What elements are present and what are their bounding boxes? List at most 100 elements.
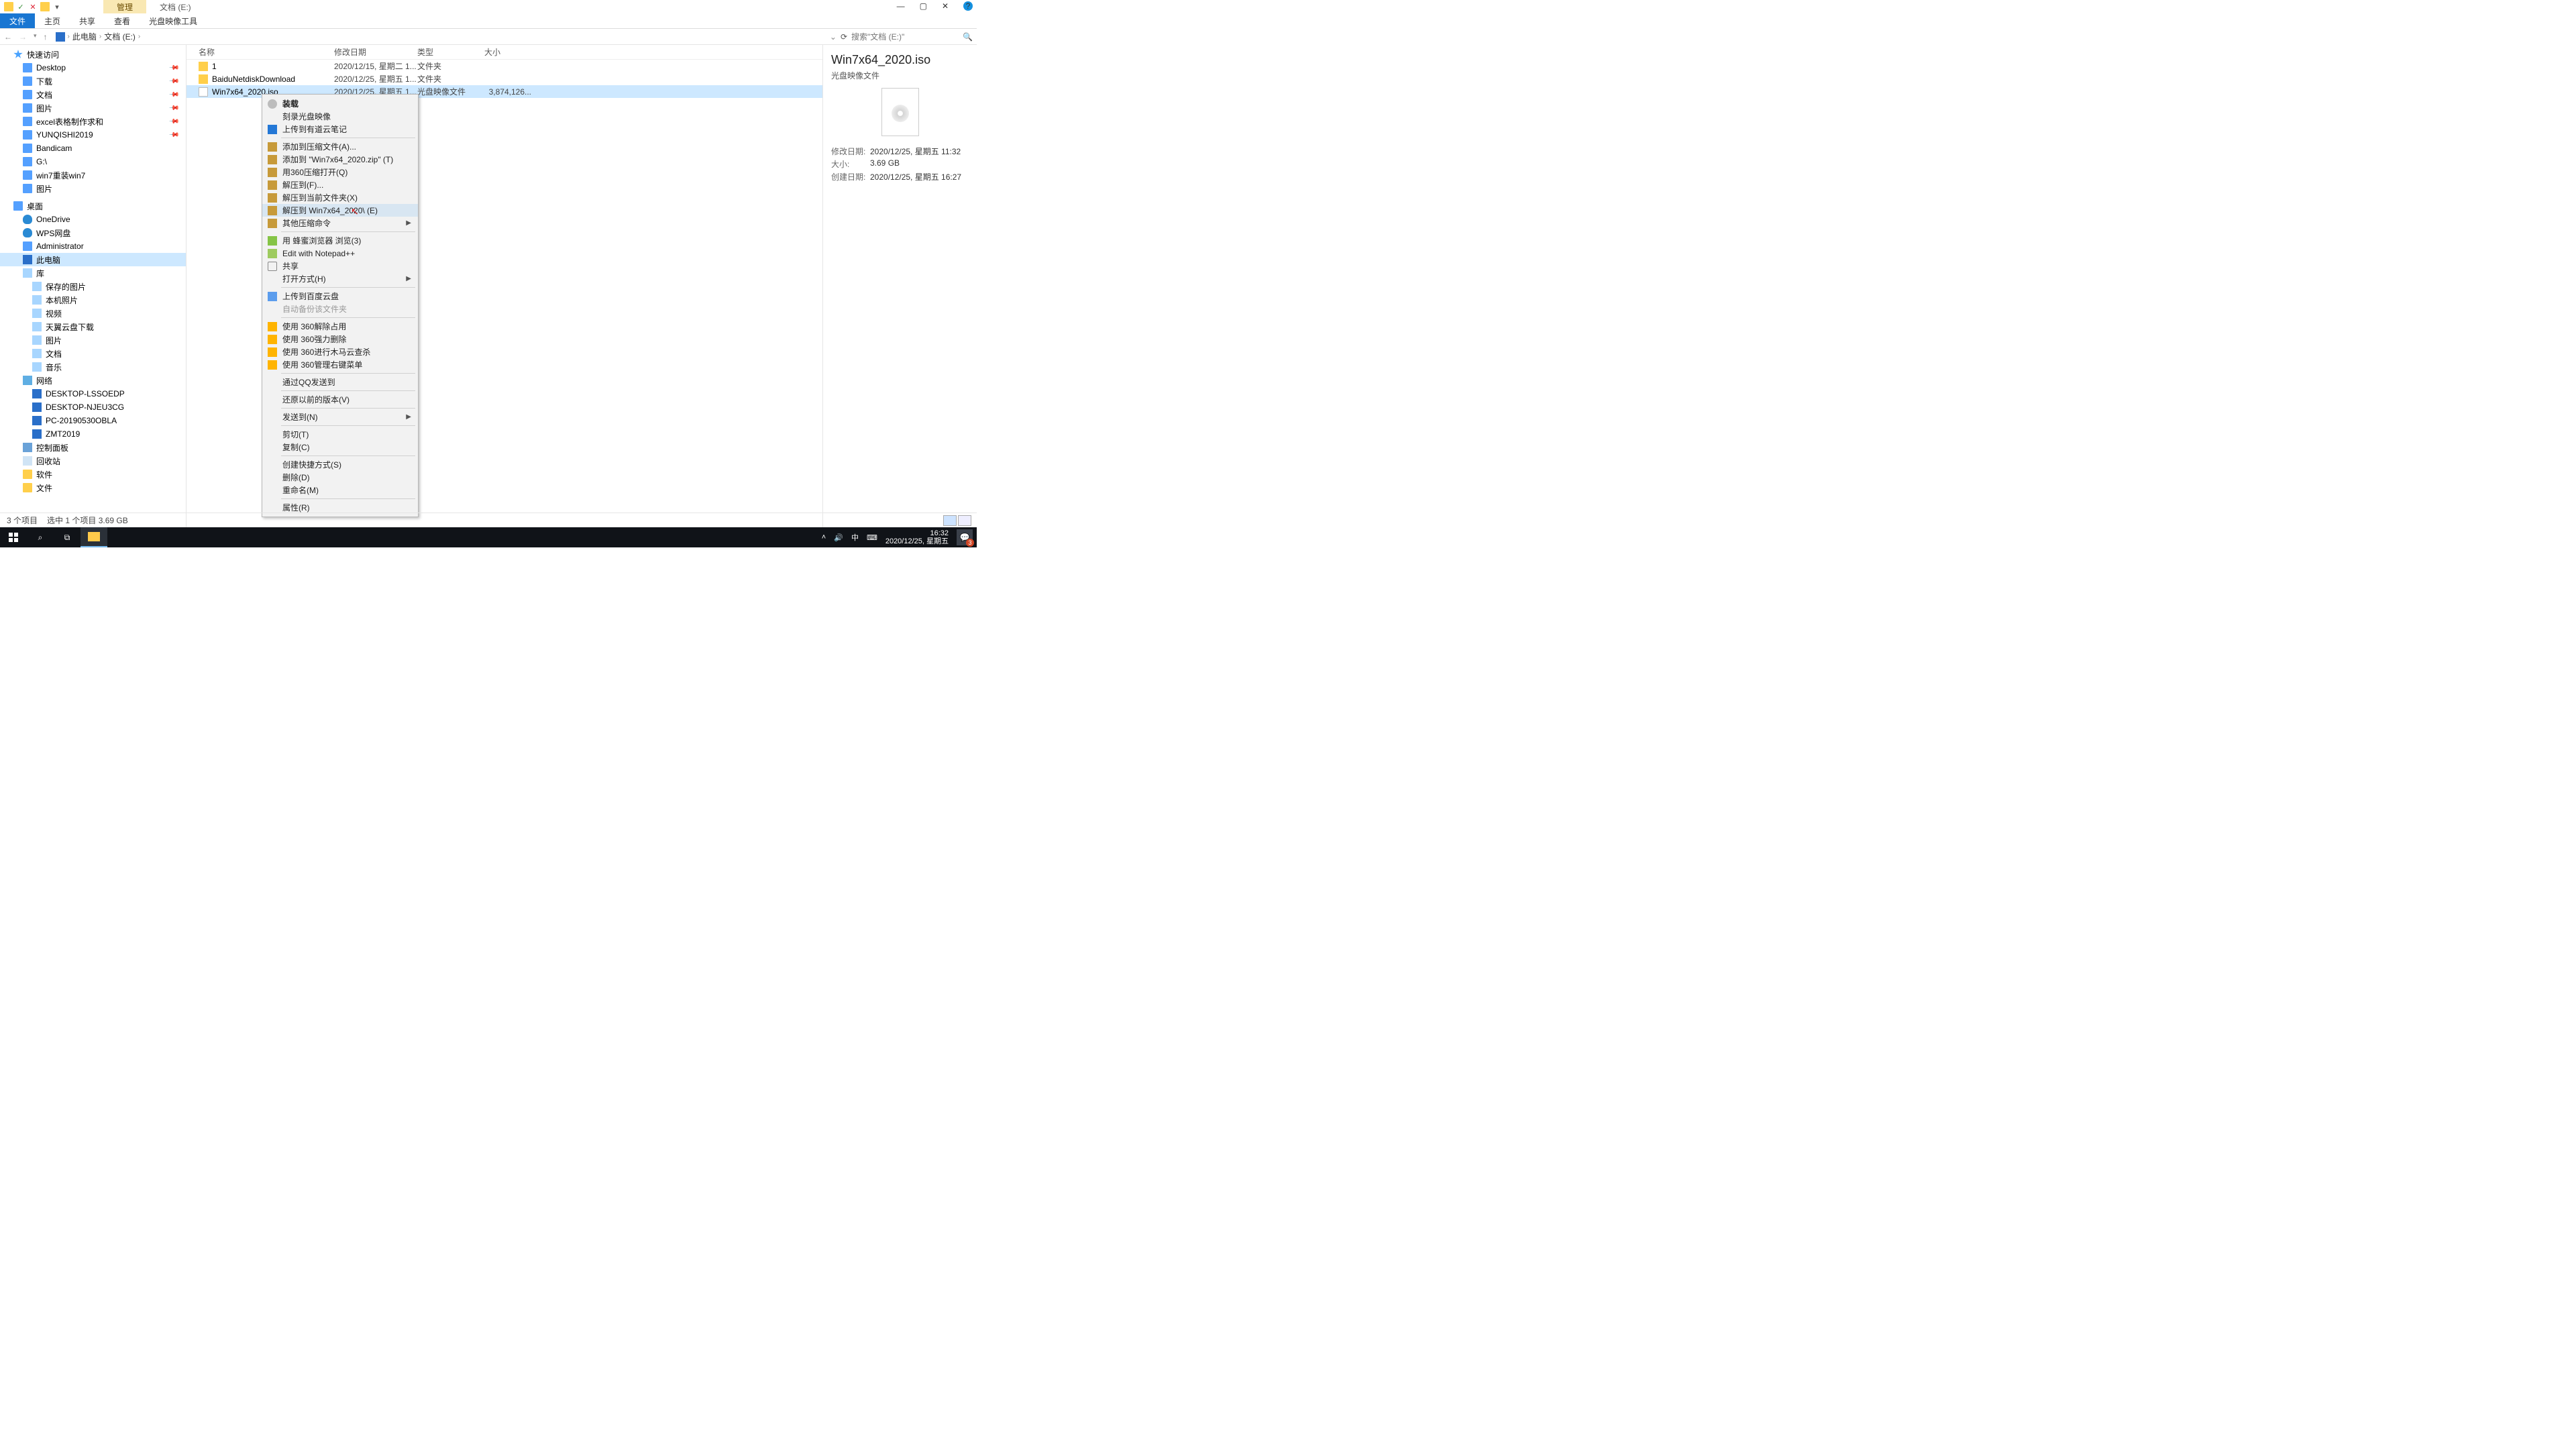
nav-desktop-item[interactable]: Administrator <box>0 239 186 253</box>
context-menu-item[interactable]: 使用 360解除占用 <box>262 320 418 333</box>
ribbon-context-tab[interactable]: 管理 <box>103 0 146 13</box>
nav-quick-item[interactable]: 图片 <box>0 182 186 195</box>
context-menu-item[interactable]: 创建快捷方式(S) <box>262 458 418 471</box>
file-row[interactable]: 12020/12/15, 星期二 1...文件夹 <box>186 60 822 72</box>
breadcrumb-thispc[interactable]: 此电脑 <box>72 31 97 42</box>
file-row[interactable]: BaiduNetdiskDownload2020/12/25, 星期五 1...… <box>186 72 822 85</box>
tab-share[interactable]: 共享 <box>70 13 105 28</box>
nav-network-item[interactable]: PC-20190530OBLA <box>0 414 186 427</box>
context-menu-item[interactable]: 使用 360强力删除 <box>262 333 418 345</box>
minimize-button[interactable]: — <box>897 1 905 11</box>
nav-quick-item[interactable]: win7重装win7 <box>0 168 186 182</box>
context-menu-item[interactable]: 使用 360进行木马云查杀 <box>262 345 418 358</box>
nav-library-item[interactable]: 文档 <box>0 347 186 360</box>
col-type[interactable]: 类型 <box>417 46 484 58</box>
recent-dropdown[interactable]: ▾ <box>34 32 37 42</box>
check-icon[interactable]: ✓ <box>16 2 25 11</box>
context-menu-item[interactable]: 上传到百度云盘 <box>262 290 418 303</box>
breadcrumb-location[interactable]: 文档 (E:) <box>104 31 136 42</box>
ime-indicator[interactable]: 中 <box>851 532 859 543</box>
nav-files[interactable]: 文件 <box>0 481 186 494</box>
context-menu-item[interactable]: 添加到 "Win7x64_2020.zip" (T) <box>262 153 418 166</box>
maximize-button[interactable]: ▢ <box>920 1 927 11</box>
nav-quick-item[interactable]: 文档📌 <box>0 88 186 101</box>
nav-quick-item[interactable]: G:\ <box>0 155 186 168</box>
task-view-button[interactable]: ⧉ <box>54 527 80 547</box>
nav-quick-access[interactable]: 快速访问 <box>0 48 186 61</box>
nav-software[interactable]: 软件 <box>0 468 186 481</box>
up-button[interactable]: ↑ <box>44 32 48 42</box>
nav-libraries[interactable]: 库 <box>0 266 186 280</box>
col-date[interactable]: 修改日期 <box>334 46 417 58</box>
context-menu-item[interactable]: 用 蜂蜜浏览器 浏览(3) <box>262 234 418 247</box>
volume-icon[interactable]: 🔊 <box>834 533 843 542</box>
nav-network-item[interactable]: ZMT2019 <box>0 427 186 441</box>
help-icon[interactable]: ? <box>963 1 973 11</box>
context-menu-item[interactable]: 打开方式(H)▶ <box>262 272 418 285</box>
context-menu-item[interactable]: 发送到(N)▶ <box>262 411 418 423</box>
context-menu-item[interactable]: 解压到 Win7x64_2020\ (E) <box>262 204 418 217</box>
nav-library-item[interactable]: 视频 <box>0 307 186 320</box>
taskbar-file-explorer[interactable] <box>80 527 107 547</box>
search-input[interactable] <box>851 31 959 43</box>
chevron-right-icon[interactable]: › <box>138 33 140 40</box>
view-icons-button[interactable] <box>958 515 971 526</box>
context-menu-item[interactable]: 解压到(F)... <box>262 178 418 191</box>
context-menu-item[interactable]: 上传到有道云笔记 <box>262 123 418 136</box>
nav-quick-item[interactable]: 图片📌 <box>0 101 186 115</box>
context-menu-item[interactable]: 使用 360管理右键菜单 <box>262 358 418 371</box>
nav-desktop-item[interactable]: OneDrive <box>0 213 186 226</box>
close-button[interactable]: ✕ <box>942 1 949 11</box>
nav-network-item[interactable]: DESKTOP-LSSOEDP <box>0 387 186 400</box>
context-menu-item[interactable]: 装载 <box>262 97 418 110</box>
nav-library-item[interactable]: 保存的图片 <box>0 280 186 293</box>
context-menu-item[interactable]: 重命名(M) <box>262 484 418 496</box>
context-menu-item[interactable]: 其他压缩命令▶ <box>262 217 418 229</box>
nav-quick-item[interactable]: excel表格制作求和📌 <box>0 115 186 128</box>
context-menu-item[interactable]: 删除(D) <box>262 471 418 484</box>
chevron-right-icon[interactable]: › <box>99 33 101 40</box>
tray-chevron-icon[interactable]: ˄ <box>822 533 826 541</box>
context-menu-item[interactable]: 用360压缩打开(Q) <box>262 166 418 178</box>
nav-network[interactable]: 网络 <box>0 374 186 387</box>
search-button[interactable]: ⌕ <box>27 527 54 547</box>
qat-dropdown-icon[interactable]: ▾ <box>52 2 62 11</box>
taskbar-clock[interactable]: 16:32 2020/12/25, 星期五 <box>885 529 949 545</box>
context-menu-item[interactable]: Edit with Notepad++ <box>262 247 418 260</box>
col-size[interactable]: 大小 <box>484 46 531 58</box>
nav-desktop-item[interactable]: WPS网盘 <box>0 226 186 239</box>
nav-library-item[interactable]: 天翼云盘下载 <box>0 320 186 333</box>
nav-library-item[interactable]: 音乐 <box>0 360 186 374</box>
new-folder-icon[interactable] <box>40 2 50 11</box>
refresh-button[interactable]: ⟳ <box>841 32 847 42</box>
view-details-button[interactable] <box>943 515 957 526</box>
nav-quick-item[interactable]: YUNQISHI2019📌 <box>0 128 186 142</box>
context-menu-item[interactable]: 共享 <box>262 260 418 272</box>
breadcrumb[interactable]: › 此电脑 › 文档 (E:) › <box>56 31 826 42</box>
col-name[interactable]: 名称 <box>186 46 334 58</box>
nav-library-item[interactable]: 图片 <box>0 333 186 347</box>
address-dropdown[interactable]: ⌄ <box>830 32 837 42</box>
tab-home[interactable]: 主页 <box>35 13 70 28</box>
context-menu-item[interactable]: 通过QQ发送到 <box>262 376 418 388</box>
nav-control-panel[interactable]: 控制面板 <box>0 441 186 454</box>
search-icon[interactable]: 🔍 <box>963 32 973 42</box>
nav-library-item[interactable]: 本机照片 <box>0 293 186 307</box>
nav-quick-item[interactable]: Desktop📌 <box>0 61 186 74</box>
nav-this-pc[interactable]: 此电脑 <box>0 253 186 266</box>
context-menu-item[interactable]: 剪切(T) <box>262 428 418 441</box>
context-menu-item[interactable]: 添加到压缩文件(A)... <box>262 140 418 153</box>
nav-quick-item[interactable]: 下载📌 <box>0 74 186 88</box>
tab-file[interactable]: 文件 <box>0 13 35 28</box>
chevron-right-icon[interactable]: › <box>68 33 70 40</box>
nav-desktop[interactable]: 桌面 <box>0 199 186 213</box>
tab-disc-tools[interactable]: 光盘映像工具 <box>140 13 207 28</box>
keyboard-icon[interactable]: ⌨ <box>867 533 877 542</box>
nav-recycle-bin[interactable]: 回收站 <box>0 454 186 468</box>
context-menu-item[interactable]: 复制(C) <box>262 441 418 453</box>
context-menu-item[interactable]: 解压到当前文件夹(X) <box>262 191 418 204</box>
forward-button[interactable]: → <box>19 32 27 42</box>
context-menu-item[interactable]: 刻录光盘映像 <box>262 110 418 123</box>
context-menu-item[interactable]: 还原以前的版本(V) <box>262 393 418 406</box>
back-button[interactable]: ← <box>4 32 12 42</box>
